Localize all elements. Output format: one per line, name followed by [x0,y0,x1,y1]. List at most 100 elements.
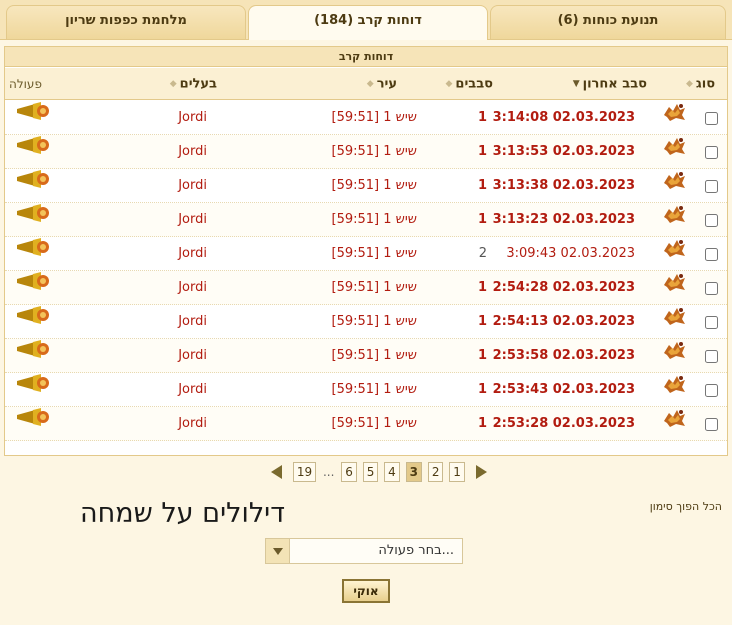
row-checkbox[interactable] [705,418,718,431]
city-link[interactable]: שיש 1 [59:51] [267,101,417,135]
rounds-value: 1 [477,144,487,159]
last-round-link[interactable]: 2:54:13 02.03.2023 [485,305,635,339]
city-link[interactable]: שיש 1 [59:51] [267,305,417,339]
row-checkbox[interactable] [705,384,718,397]
table-row[interactable]: 2:54:13 02.03.2023 1 שיש 1 [59:51] Jordi [5,305,727,339]
last-round-link[interactable]: 3:13:23 02.03.2023 [485,203,635,237]
last-round-link[interactable]: 2:53:28 02.03.2023 [485,407,635,441]
rounds-value: 1 [477,110,487,125]
horn-icon[interactable] [15,339,51,373]
table-row[interactable]: 3:13:38 02.03.2023 1 שיש 1 [59:51] Jordi [5,169,727,203]
owner-link[interactable]: Jordi [147,237,207,271]
row-checkbox[interactable] [705,180,718,193]
table-row[interactable]: 2:53:43 02.03.2023 1 שיש 1 [59:51] Jordi [5,373,727,407]
page-link[interactable]: 1 [449,462,465,482]
row-checkbox[interactable] [705,214,718,227]
last-round-link[interactable]: 3:14:08 02.03.2023 [485,101,635,135]
rounds-value: 1 [477,212,487,227]
horn-icon[interactable] [15,135,51,169]
city-link[interactable]: שיש 1 [59:51] [267,203,417,237]
battle-icon [661,169,687,203]
owner-link[interactable]: Jordi [147,271,207,305]
horn-icon[interactable] [15,169,51,203]
prev-page-icon[interactable] [271,465,282,479]
row-checkbox[interactable] [705,282,718,295]
owner-link[interactable]: Jordi [147,373,207,407]
owner-link[interactable]: Jordi [147,101,207,135]
horn-icon[interactable] [15,407,51,441]
owner-link[interactable]: Jordi [147,135,207,169]
column-header-type[interactable]: ◆ סוג [683,68,721,100]
owner-link[interactable]: Jordi [147,305,207,339]
battle-icon [661,373,687,407]
horn-icon[interactable] [15,373,51,407]
table-row[interactable]: 3:14:08 02.03.2023 1 שיש 1 [59:51] Jordi [5,101,727,135]
sort-icon: ◆ [366,79,374,89]
city-link[interactable]: שיש 1 [59:51] [267,271,417,305]
last-round-link[interactable]: 3:13:53 02.03.2023 [485,135,635,169]
row-checkbox[interactable] [705,248,718,261]
rounds-value: 1 [477,348,487,363]
owner-link[interactable]: Jordi [147,339,207,373]
ok-button[interactable]: אוקי [342,579,390,603]
row-checkbox[interactable] [705,350,718,363]
row-checkbox[interactable] [705,112,718,125]
last-round-link[interactable]: 3:09:43 02.03.2023 [485,237,635,271]
page-ellipsis: ... [322,465,335,479]
rounds-value: 1 [477,178,487,193]
city-link[interactable]: שיש 1 [59:51] [267,339,417,373]
column-header-last-round[interactable]: ▼ סבב אחרון [487,68,647,100]
battle-icon [661,101,687,135]
table-row[interactable]: 2:53:58 02.03.2023 1 שיש 1 [59:51] Jordi [5,339,727,373]
handwritten-note: דילולים על שמחה [80,498,285,529]
column-header-action: פעולה [9,77,42,91]
city-link[interactable]: שיש 1 [59:51] [267,135,417,169]
battle-reports-panel: דוחות קרב ◆ סוג ▼ סבב אחרון ◆ סבבים ◆ עיר ◆ ב… [4,46,728,456]
table-row[interactable]: 3:13:53 02.03.2023 1 שיש 1 [59:51] Jordi [5,135,727,169]
page-link[interactable]: 2 [427,462,444,482]
page-link[interactable]: 6 [341,462,357,482]
horn-icon[interactable] [15,237,51,271]
city-link[interactable]: שיש 1 [59:51] [267,407,417,441]
table-row[interactable]: 3:09:43 02.03.2023 2 שיש 1 [59:51] Jordi [5,237,727,271]
battle-icon [661,339,687,373]
tab-battle-reports[interactable]: דוחות קרב (184) [248,5,488,40]
table-row[interactable]: 2:54:28 02.03.2023 1 שיש 1 [59:51] Jordi [5,271,727,305]
horn-icon[interactable] [15,305,51,339]
page-link[interactable]: 4 [384,462,400,482]
tab-troop-movement[interactable]: תנועת כוחות (6) [490,5,726,39]
city-link[interactable]: שיש 1 [59:51] [267,237,417,271]
last-round-link[interactable]: 3:13:38 02.03.2023 [485,169,635,203]
horn-icon[interactable] [15,203,51,237]
city-link[interactable]: שיש 1 [59:51] [267,373,417,407]
next-page-icon[interactable] [475,465,487,479]
battle-icon [661,203,687,237]
chevron-down-icon[interactable] [266,539,290,563]
column-header-owner[interactable]: ◆ בעלים [97,68,217,100]
owner-link[interactable]: Jordi [147,407,207,441]
horn-icon[interactable] [15,271,51,305]
rounds-value: 1 [477,280,487,295]
action-select[interactable]: בחר פעולה... [265,538,463,564]
select-all-invert-link[interactable]: הכל הפוך סימון [650,500,722,513]
tab-armored-gauntlet-war[interactable]: מלחמת כפפות שריון [6,5,246,39]
row-checkbox[interactable] [705,316,718,329]
owner-link[interactable]: Jordi [147,169,207,203]
battle-icon [661,237,687,271]
column-header-rounds[interactable]: ◆ סבבים [393,68,494,100]
horn-icon[interactable] [15,101,51,135]
table-row[interactable]: 2:53:28 02.03.2023 1 שיש 1 [59:51] Jordi [5,407,727,441]
last-round-link[interactable]: 2:53:58 02.03.2023 [485,339,635,373]
page-link[interactable]: 5 [362,462,379,482]
last-round-link[interactable]: 2:53:43 02.03.2023 [485,373,635,407]
row-checkbox[interactable] [705,146,718,159]
page-link[interactable]: 19 [292,462,317,482]
table-row[interactable]: 3:13:23 02.03.2023 1 שיש 1 [59:51] Jordi [5,203,727,237]
panel-title: דוחות קרב [5,47,727,67]
column-header-city[interactable]: ◆ עיר [267,68,397,100]
last-round-link[interactable]: 2:54:28 02.03.2023 [485,271,635,305]
owner-link[interactable]: Jordi [147,203,207,237]
sort-desc-icon: ▼ [572,79,580,89]
city-link[interactable]: שיש 1 [59:51] [267,169,417,203]
sort-icon: ◆ [445,79,453,89]
